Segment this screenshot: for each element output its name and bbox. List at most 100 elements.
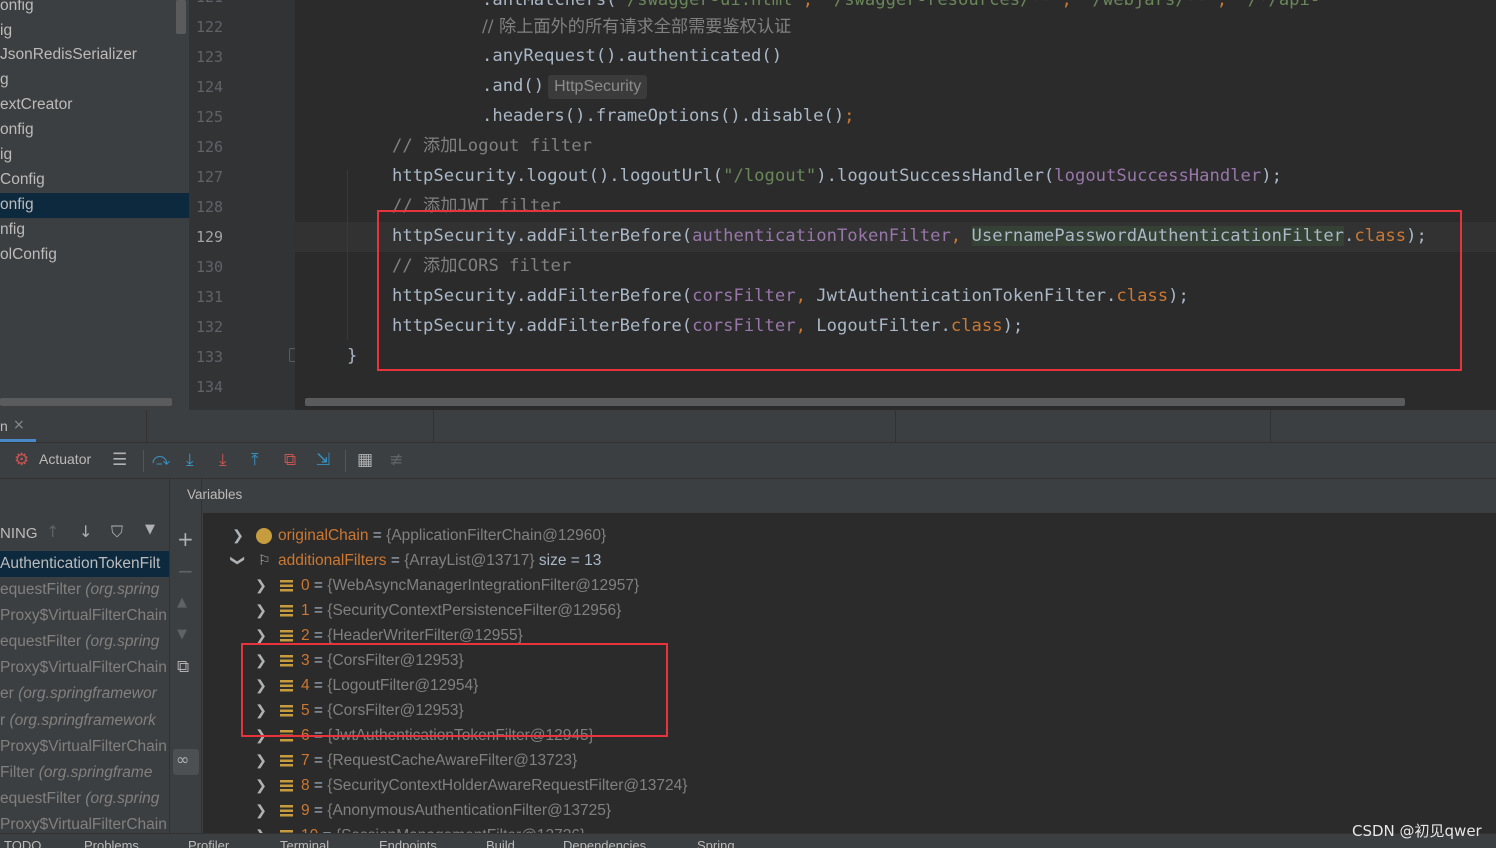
chevron-right-icon[interactable]: ❯ xyxy=(254,773,268,798)
project-horizontal-scrollbar[interactable] xyxy=(0,398,172,406)
tree-item[interactable]: onfig xyxy=(0,0,189,19)
tab-divider xyxy=(1270,410,1271,443)
frames-header: NING ↑ ↓ ⛉ ▼ xyxy=(0,519,169,549)
line-number: 133 xyxy=(196,348,224,366)
drop-frame-icon[interactable]: ⧉ xyxy=(284,449,296,471)
line-number: 130 xyxy=(196,258,224,276)
frame-item-active[interactable]: AuthenticationTokenFilt xyxy=(0,551,169,577)
frame-item[interactable]: r (org.springframework xyxy=(0,708,169,734)
step-over-icon[interactable]: ⤼ xyxy=(152,449,170,471)
actuator-tab[interactable]: Actuator xyxy=(39,451,91,467)
line-number: 125 xyxy=(196,108,224,126)
project-vertical-scrollbar[interactable] xyxy=(176,0,186,34)
profiler-tab[interactable]: Profiler xyxy=(188,838,229,848)
list-element-row[interactable]: ❯ 8 = {SecurityContextHolderAwareRequestF… xyxy=(203,773,903,798)
variable-name: originalChain xyxy=(278,527,369,544)
list-element-row[interactable]: ❯ 0 = {WebAsyncManagerIntegrationFilter@1… xyxy=(203,573,903,598)
tree-item[interactable]: nfig xyxy=(0,218,189,243)
variable-row[interactable]: ❯ originalChain = {ApplicationFilterChai… xyxy=(203,523,803,548)
evaluate-expression-icon[interactable]: ▦ xyxy=(357,449,373,471)
list-size: size = 13 xyxy=(534,552,602,569)
line-number: 128 xyxy=(196,198,224,216)
glasses-icon: ∞ xyxy=(176,750,190,769)
actuator-icon[interactable]: ⚙ xyxy=(14,449,29,471)
todo-tab[interactable]: TODO xyxy=(4,838,41,848)
step-into-icon[interactable]: ⤓ xyxy=(186,449,194,471)
force-step-into-icon[interactable]: ⤓ xyxy=(219,449,227,471)
frame-item[interactable]: Filter (org.springframe xyxy=(0,760,169,786)
frame-item[interactable]: Proxy$VirtualFilterChain xyxy=(0,603,169,629)
tree-item[interactable]: ig xyxy=(0,19,189,44)
tree-item[interactable]: JsonRedisSerializer xyxy=(0,43,189,68)
line-number: 127 xyxy=(196,168,224,186)
inlay-type-hint: HttpSecurity xyxy=(548,75,648,99)
minus-icon[interactable]: − xyxy=(177,559,194,583)
frame-item[interactable]: er (org.springframewor xyxy=(0,681,169,707)
build-tab[interactable]: Build xyxy=(486,838,515,848)
filter-icon[interactable]: ⛉ xyxy=(111,522,123,542)
frame-item[interactable]: equestFilter (org.spring xyxy=(0,577,169,603)
list-element-icon xyxy=(280,630,293,642)
dependencies-tab[interactable]: Dependencies xyxy=(563,838,646,848)
chevron-right-icon[interactable]: ❯ xyxy=(254,748,268,773)
bottom-tool-bar: TODO Problems Profiler Terminal Endpoint… xyxy=(0,833,1496,848)
show-watches-button[interactable]: ∞ xyxy=(173,749,199,775)
tree-item[interactable]: extCreator xyxy=(0,93,189,118)
frame-item[interactable]: equestFilter (org.spring xyxy=(0,786,169,812)
frame-item[interactable]: Proxy$VirtualFilterChain xyxy=(0,734,169,760)
tree-item[interactable]: olConfig xyxy=(0,243,189,268)
tree-item-selected[interactable]: onfig xyxy=(0,193,189,218)
endpoints-tab[interactable]: Endpoints xyxy=(379,838,437,848)
chevron-right-icon[interactable]: ❯ xyxy=(254,798,268,823)
debug-toolbar: ⚙ Actuator ☰ ⤼ ⤓ ⤓ ⤒ ⧉ ⇲ ▦ ≢ xyxy=(0,443,1496,479)
move-down-icon[interactable]: ▼ xyxy=(177,627,187,642)
trace-icon[interactable]: ≢ xyxy=(389,449,403,471)
chevron-right-icon[interactable]: ❯ xyxy=(254,598,268,623)
hamburger-menu-icon[interactable]: ☰ xyxy=(112,449,127,471)
variable-row[interactable]: ❯ ⚐ additionalFilters = {ArrayList@13717… xyxy=(203,548,803,573)
thread-selector[interactable]: NING xyxy=(0,525,38,542)
variable-value: {ArrayList@13717} xyxy=(404,552,535,569)
highlight-box-code xyxy=(377,210,1462,371)
tree-item[interactable]: ig xyxy=(0,143,189,168)
line-number: 126 xyxy=(196,138,224,156)
chevron-down-icon[interactable]: ❯ xyxy=(226,554,251,568)
line-number: 134 xyxy=(196,378,224,396)
plus-icon[interactable]: + xyxy=(177,527,194,551)
run-to-cursor-icon[interactable]: ⇲ xyxy=(316,449,330,471)
close-icon[interactable]: × xyxy=(13,417,25,433)
line-number: 124 xyxy=(196,78,224,96)
move-up-icon[interactable]: ▲ xyxy=(177,595,187,610)
list-element-icon xyxy=(280,805,293,817)
arrow-up-icon[interactable]: ↑ xyxy=(46,522,59,541)
code-line-127: httpSecurity.logout().logoutUrl("/logout… xyxy=(392,166,1282,186)
variable-value: {ApplicationFilterChain@12960} xyxy=(386,527,607,544)
problems-tab[interactable]: Problems xyxy=(84,838,139,848)
variable-name: additionalFilters xyxy=(278,552,387,569)
terminal-tab[interactable]: Terminal xyxy=(280,838,329,848)
step-out-icon[interactable]: ⤒ xyxy=(251,449,259,471)
spring-tab[interactable]: Spring xyxy=(697,838,735,848)
tab-divider xyxy=(146,410,147,443)
tree-item[interactable]: onfig xyxy=(0,118,189,143)
copy-icon[interactable]: ⧉ xyxy=(177,657,189,677)
list-element-row[interactable]: ❯ 9 = {AnonymousAuthenticationFilter@1372… xyxy=(203,798,903,823)
chevron-right-icon[interactable]: ❯ xyxy=(231,523,245,548)
frame-item[interactable]: Proxy$VirtualFilterChain xyxy=(0,655,169,681)
tab-divider xyxy=(433,410,434,443)
frame-item[interactable]: equestFilter (org.spring xyxy=(0,629,169,655)
tree-item[interactable]: g xyxy=(0,68,189,93)
chevron-down-icon[interactable]: ▼ xyxy=(145,522,155,537)
arrow-down-icon[interactable]: ↓ xyxy=(79,522,92,541)
variables-side-toolbar: + − ▲ ▼ ⧉ ∞ xyxy=(170,479,202,848)
list-element-row[interactable]: ❯ 1 = {SecurityContextPersistenceFilter@1… xyxy=(203,598,903,623)
project-tree-panel: onfig ig JsonRedisSerializer g extCreato… xyxy=(0,0,189,410)
tree-item[interactable]: Config xyxy=(0,168,189,193)
list-element-row[interactable]: ❯ 7 = {RequestCacheAwareFilter@13723} xyxy=(203,748,903,773)
chevron-right-icon[interactable]: ❯ xyxy=(254,573,268,598)
active-tab-indicator xyxy=(0,439,36,442)
editor-horizontal-scrollbar[interactable] xyxy=(305,398,1405,406)
line-number: 123 xyxy=(196,48,224,66)
debug-session-tab[interactable]: n xyxy=(0,418,8,434)
list-element-icon xyxy=(280,780,293,792)
